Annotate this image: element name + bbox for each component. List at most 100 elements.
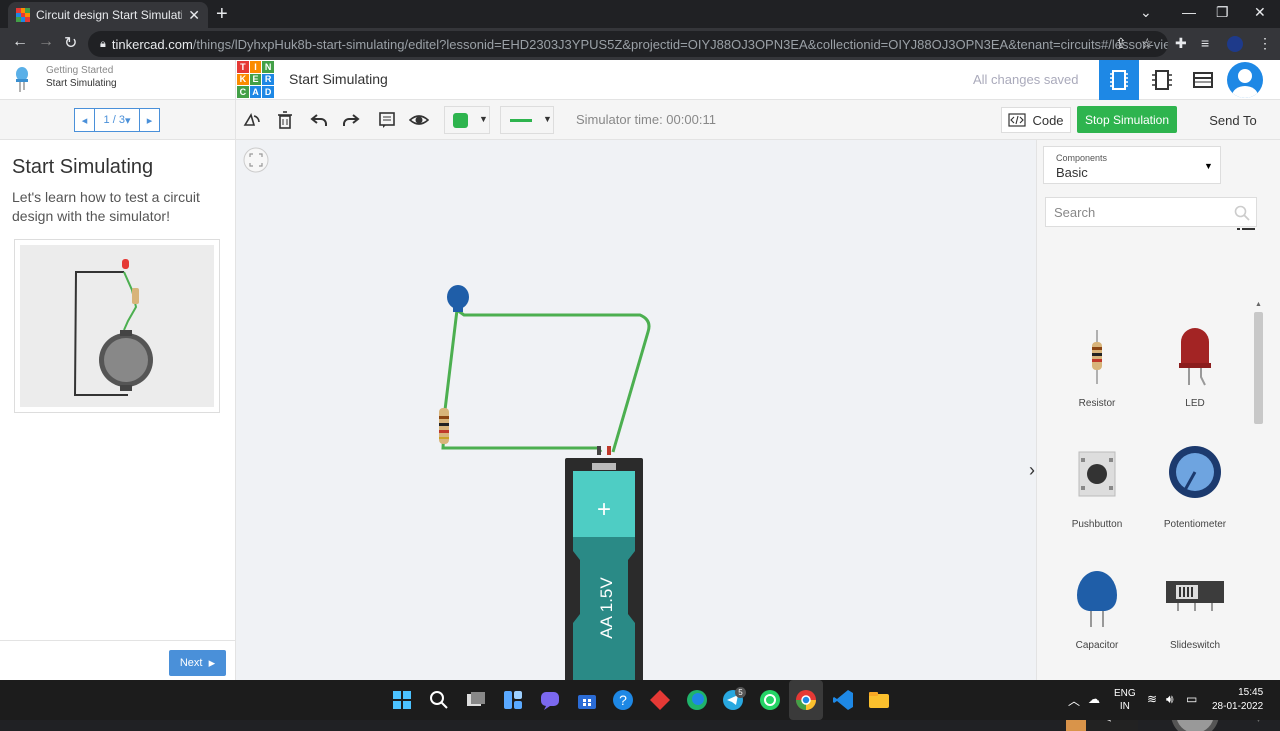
- wire-color-picker[interactable]: ▼: [444, 106, 490, 134]
- component-potentiometer[interactable]: Potentiometer: [1150, 445, 1240, 535]
- next-button[interactable]: Next ▸: [169, 650, 226, 676]
- chrome-icon[interactable]: [794, 688, 818, 712]
- tray-chevron-icon[interactable]: ︿: [1068, 692, 1080, 709]
- edge-icon[interactable]: [685, 688, 709, 712]
- clock-time: 15:45: [1238, 687, 1264, 698]
- breadcrumb-parent[interactable]: Getting Started: [46, 65, 113, 76]
- workplane-canvas[interactable]: + − AA 1.5V: [236, 140, 1036, 680]
- chevron-down-icon: ▼: [1204, 161, 1213, 171]
- tinkercad-logo[interactable]: T I N K E R C A D: [237, 61, 274, 98]
- user-icon: [1232, 69, 1258, 98]
- components-dropdown[interactable]: Components Basic ▼: [1043, 146, 1221, 184]
- step-selector[interactable]: 1 / 3 ▾: [95, 109, 139, 131]
- user-avatar[interactable]: [1227, 62, 1263, 98]
- redo-icon[interactable]: [341, 110, 361, 130]
- undo-icon[interactable]: [309, 110, 329, 130]
- aa-battery[interactable]: [565, 446, 643, 680]
- back-icon[interactable]: ←: [12, 33, 28, 51]
- menu-icon[interactable]: ⋮: [1258, 35, 1272, 52]
- browser-tab[interactable]: Circuit design Start Simulating | Tinker…: [8, 2, 208, 28]
- panel-scrollbar[interactable]: [1254, 312, 1263, 424]
- send-to-button[interactable]: Send To: [1194, 107, 1272, 133]
- reload-icon[interactable]: ↻: [64, 33, 77, 53]
- wire[interactable]: [441, 309, 603, 453]
- maximize-icon[interactable]: ❐: [1216, 4, 1229, 21]
- url-host: tinkercad.com: [111, 36, 193, 52]
- components-dropdown-label: Components: [1056, 153, 1108, 163]
- component-label: Potentiometer: [1163, 519, 1227, 530]
- close-window-icon[interactable]: ✕: [1254, 4, 1266, 21]
- component-pushbutton[interactable]: Pushbutton: [1052, 445, 1142, 535]
- notes-icon[interactable]: [377, 110, 397, 130]
- capacitor[interactable]: [447, 285, 469, 312]
- anydesk-icon[interactable]: [648, 688, 672, 712]
- simulator-time: Simulator time: 00:00:11: [576, 112, 716, 127]
- chat-icon[interactable]: [538, 688, 562, 712]
- visibility-icon[interactable]: [409, 110, 429, 130]
- collapse-panel-icon[interactable]: ›: [1029, 460, 1035, 481]
- search-icon[interactable]: [427, 688, 451, 712]
- wire[interactable]: [456, 308, 651, 453]
- browser-tab-bar: Circuit design Start Simulating | Tinker…: [0, 0, 1280, 28]
- tab-search-icon[interactable]: ⌄: [1140, 4, 1152, 21]
- next-step-icon[interactable]: ▸: [139, 109, 159, 131]
- lesson-panel: Getting Started Start Simulating ◂ 1 / 3…: [0, 60, 236, 680]
- wire-type-picker[interactable]: ▼: [500, 106, 554, 134]
- component-led[interactable]: LED: [1150, 325, 1240, 415]
- design-title[interactable]: Start Simulating: [289, 71, 388, 87]
- store-icon[interactable]: [575, 688, 599, 712]
- tab-title: Circuit design Start Simulating | Tinker…: [36, 8, 182, 22]
- component-capacitor[interactable]: Capacitor: [1052, 565, 1142, 655]
- share-icon[interactable]: ⇪: [1115, 35, 1127, 52]
- minimize-icon[interactable]: —: [1182, 4, 1196, 20]
- clock-date: 28-01-2022: [1212, 701, 1264, 712]
- component-resistor[interactable]: Resistor: [1052, 325, 1142, 415]
- potentiometer-icon: [1169, 446, 1221, 498]
- wifi-icon[interactable]: ≋: [1147, 692, 1157, 706]
- close-tab-icon[interactable]: ✕: [188, 7, 200, 24]
- language-indicator[interactable]: ENG IN: [1114, 687, 1136, 713]
- stop-simulation-button[interactable]: Stop Simulation: [1077, 106, 1177, 133]
- search-placeholder: Search: [1054, 204, 1096, 220]
- windows-start-icon[interactable]: [390, 688, 414, 712]
- component-search-input[interactable]: Search: [1045, 197, 1257, 227]
- prev-step-icon[interactable]: ◂: [75, 109, 95, 131]
- whatsapp-icon[interactable]: [758, 688, 782, 712]
- url-field[interactable]: 🔒︎ tinkercad.com/things/lDyhxpHuk8b-star…: [88, 31, 1168, 57]
- code-button[interactable]: Code: [1001, 107, 1071, 133]
- logo-letter: C: [237, 86, 249, 98]
- pushbutton-icon: [1078, 451, 1116, 497]
- circuit-view-button[interactable]: [1099, 60, 1139, 100]
- delete-icon[interactable]: [275, 110, 295, 130]
- widgets-icon[interactable]: [501, 688, 525, 712]
- components-panel: › Components Basic ▼ Search ▲ ▼ Resistor: [1029, 140, 1280, 731]
- profile-icon[interactable]: [1227, 36, 1243, 52]
- vscode-icon[interactable]: [831, 688, 855, 712]
- clock[interactable]: 15:45 28-01-2022: [1212, 686, 1263, 714]
- forward-icon[interactable]: →: [38, 33, 54, 51]
- component-slideswitch[interactable]: Slideswitch: [1150, 565, 1240, 655]
- rotate-icon[interactable]: [242, 110, 262, 130]
- bookmark-star-icon[interactable]: ☆: [1141, 35, 1154, 52]
- circuit-drawing: + − AA 1.5V: [439, 285, 651, 680]
- resistor[interactable]: [439, 408, 449, 444]
- media-icon[interactable]: ≡: [1201, 35, 1209, 51]
- color-swatch: [453, 113, 468, 128]
- capacitor-icon: [1077, 571, 1117, 627]
- file-explorer-icon[interactable]: [867, 688, 891, 712]
- logo-letter: E: [249, 73, 262, 86]
- tinkercad-favicon-icon: [16, 8, 30, 22]
- scroll-up-icon[interactable]: ▲: [1255, 301, 1262, 308]
- schematic-view-button[interactable]: [1142, 60, 1182, 100]
- help-icon[interactable]: ?: [611, 688, 635, 712]
- logo-letter: N: [262, 61, 274, 73]
- new-tab-button[interactable]: +: [216, 3, 228, 26]
- component-list-view-button[interactable]: [1183, 60, 1223, 100]
- battery-icon[interactable]: ▭: [1186, 692, 1197, 706]
- onedrive-icon[interactable]: ☁: [1088, 692, 1100, 706]
- task-view-icon[interactable]: [464, 688, 488, 712]
- lesson-description: Let's learn how to test a circuit design…: [12, 189, 200, 224]
- next-button-label: Next: [179, 657, 203, 669]
- volume-icon[interactable]: 🔊︎: [1166, 692, 1174, 707]
- extensions-icon[interactable]: ✚: [1175, 35, 1187, 52]
